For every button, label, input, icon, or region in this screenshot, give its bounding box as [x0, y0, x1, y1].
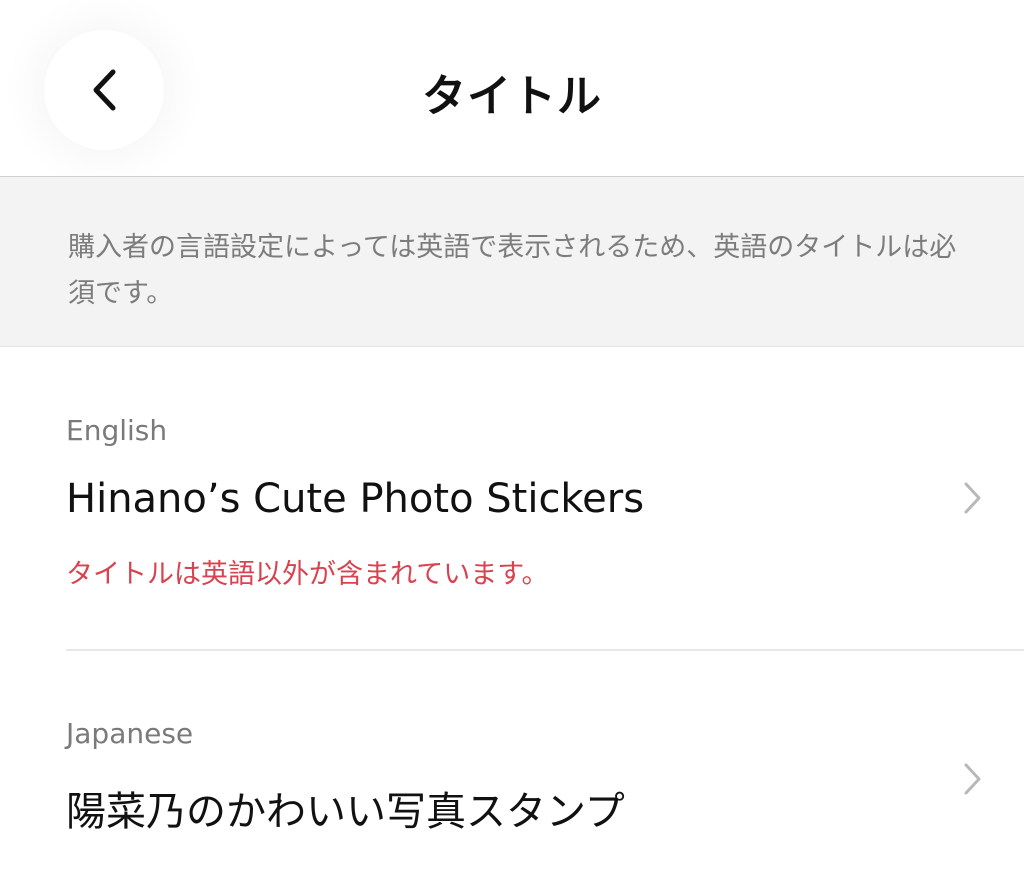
english-title-error: タイトルは英語以外が含まれています。 [66, 559, 549, 590]
english-label: English [66, 414, 168, 447]
header: タイトル [0, 0, 1024, 176]
notice-banner: 購入者の言語設定によっては英語で表示されるため、英語のタイトルは必須です。 [0, 177, 1024, 347]
japanese-title-row[interactable]: Japanese 陽菜乃のかわいい写真スタンプ [0, 651, 1024, 887]
chevron-right-icon [964, 763, 981, 795]
english-title-row[interactable]: English Hinano’s Cute Photo Stickers タイト… [0, 348, 1024, 650]
japanese-label: Japanese [66, 717, 194, 750]
page-title: タイトル [422, 71, 602, 122]
notice-text: 購入者の言語設定によっては英語で表示されるため、英語のタイトルは必須です。 [68, 232, 957, 309]
english-title-value: Hinano’s Cute Photo Stickers [66, 476, 645, 522]
chevron-right-icon [964, 482, 981, 514]
japanese-title-value: 陽菜乃のかわいい写真スタンプ [66, 789, 625, 835]
title-settings-screen: タイトル 購入者の言語設定によっては英語で表示されるため、英語のタイトルは必須で… [0, 0, 1024, 887]
